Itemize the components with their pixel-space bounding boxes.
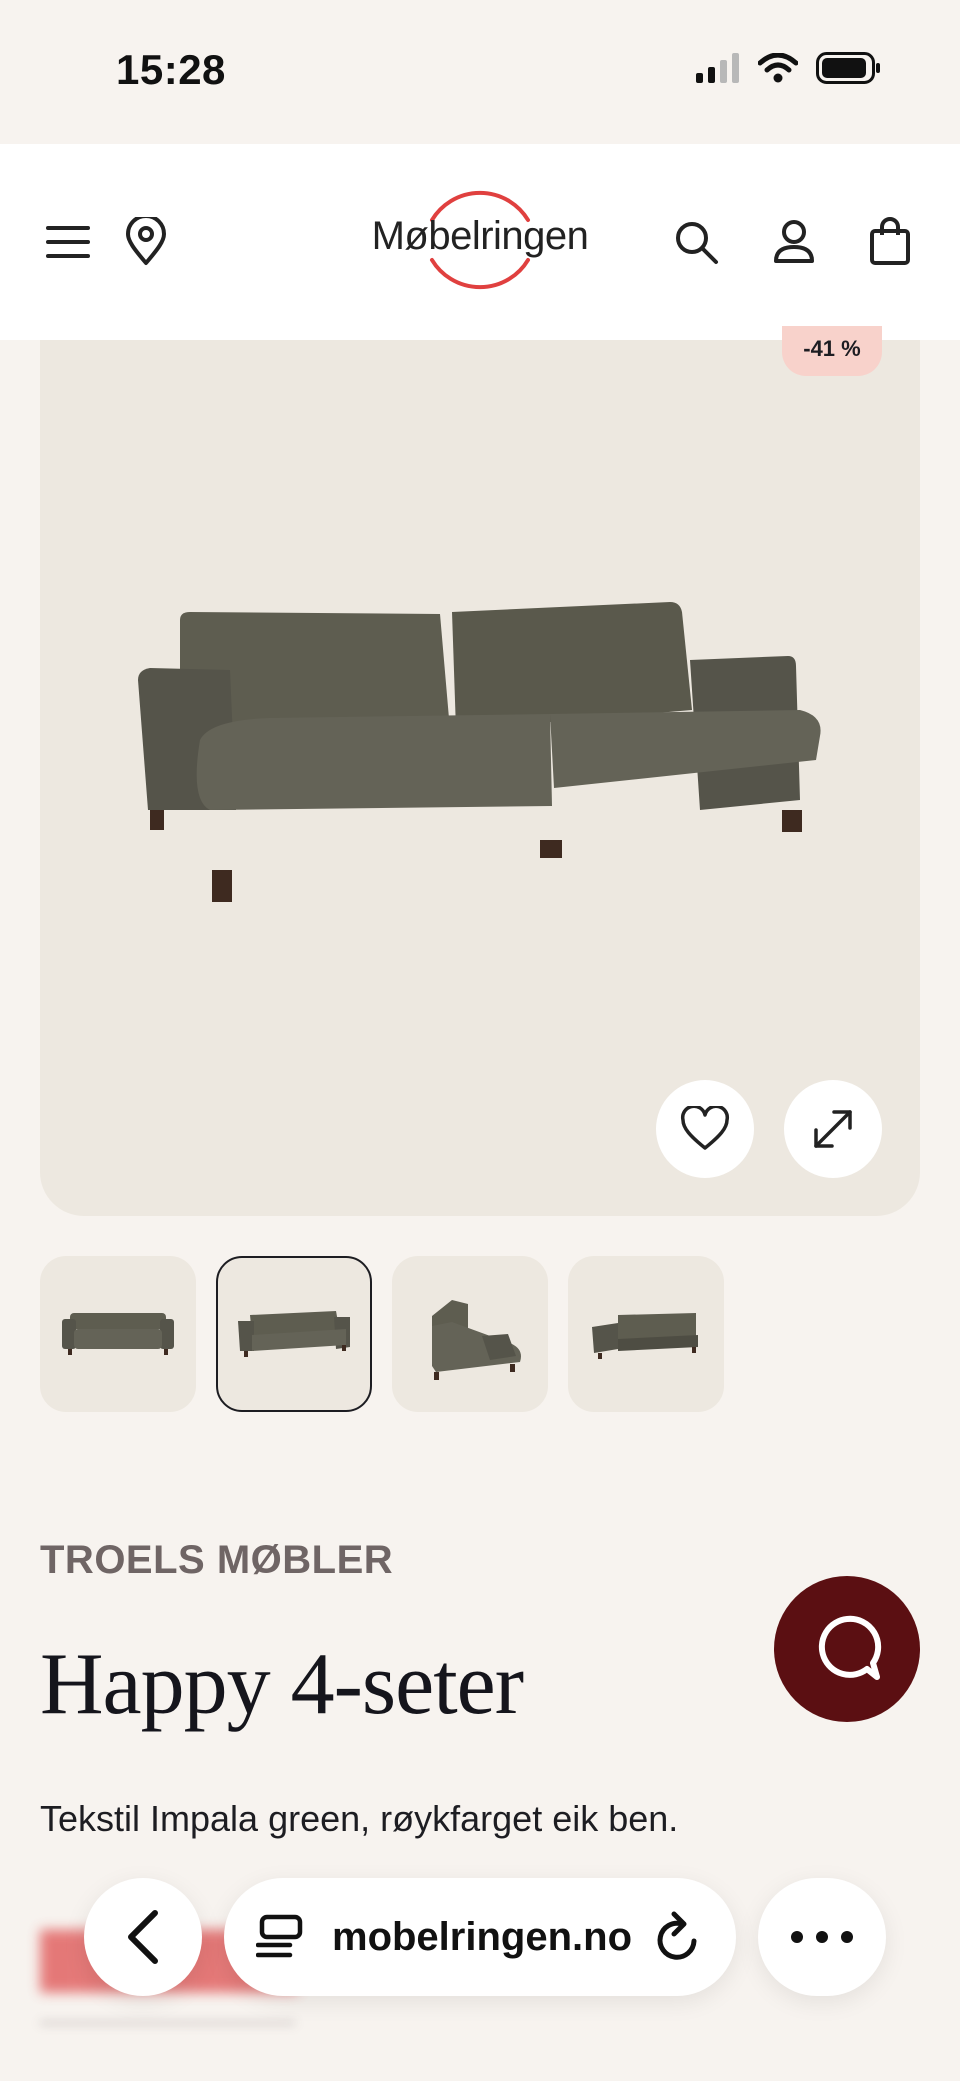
favorite-button[interactable] (656, 1080, 754, 1178)
sofa-thumbnail-side (432, 1300, 521, 1380)
heart-icon (680, 1106, 730, 1150)
tab-overview-icon[interactable] (256, 1914, 306, 1960)
fullscreen-button[interactable] (784, 1080, 882, 1178)
product-image[interactable] (40, 340, 920, 1216)
more-dots-icon (791, 1931, 853, 1943)
reload-icon[interactable] (654, 1911, 702, 1963)
sofa-thumbnail-front (62, 1313, 174, 1355)
store-locator-button[interactable] (114, 210, 178, 274)
shopping-bag-icon (870, 217, 910, 265)
browser-back-button[interactable] (84, 1878, 202, 1996)
wifi-icon (757, 52, 799, 88)
chevron-left-icon (128, 1910, 158, 1964)
thumbnail-3[interactable] (392, 1256, 548, 1412)
old-price-obscured: ──────────── (40, 2006, 296, 2039)
menu-icon (46, 226, 90, 258)
logo-text: Møbelringen (371, 214, 589, 258)
sofa-thumbnail-back (592, 1313, 698, 1359)
sofa-thumbnail-angle (238, 1311, 350, 1357)
browser-more-button[interactable] (758, 1878, 886, 1996)
account-button[interactable] (762, 210, 826, 274)
expand-icon (814, 1110, 852, 1148)
user-icon (774, 220, 814, 263)
status-bar: 15:28 (0, 0, 960, 144)
location-pin-icon (126, 217, 166, 265)
site-logo[interactable]: Møbelringen (360, 180, 600, 300)
battery-icon (816, 52, 882, 89)
product-brand[interactable]: TROELS MØBLER (40, 1538, 393, 1583)
search-icon (676, 222, 718, 264)
url-text: mobelringen.no (332, 1914, 632, 1959)
discount-badge: -41 % (782, 326, 882, 376)
status-icons (696, 52, 882, 89)
product-description: Tekstil Impala green, røykfarget eik ben… (40, 1798, 679, 1839)
sofa-image (138, 602, 821, 902)
thumbnail-1[interactable] (40, 1256, 196, 1412)
site-header: Møbelringen (0, 144, 960, 340)
menu-button[interactable] (36, 210, 100, 274)
cart-button[interactable] (858, 210, 922, 274)
chat-bubble-icon (818, 1615, 882, 1680)
thumbnail-strip (40, 1256, 724, 1412)
cellular-signal-icon (696, 53, 740, 88)
search-button[interactable] (664, 210, 728, 274)
chat-button[interactable] (774, 1576, 920, 1722)
thumbnail-2[interactable] (216, 1256, 372, 1412)
product-title: Happy 4-seter (40, 1636, 524, 1733)
status-time: 15:28 (116, 46, 226, 93)
thumbnail-4[interactable] (568, 1256, 724, 1412)
browser-address-bar[interactable]: mobelringen.no (224, 1878, 736, 1996)
